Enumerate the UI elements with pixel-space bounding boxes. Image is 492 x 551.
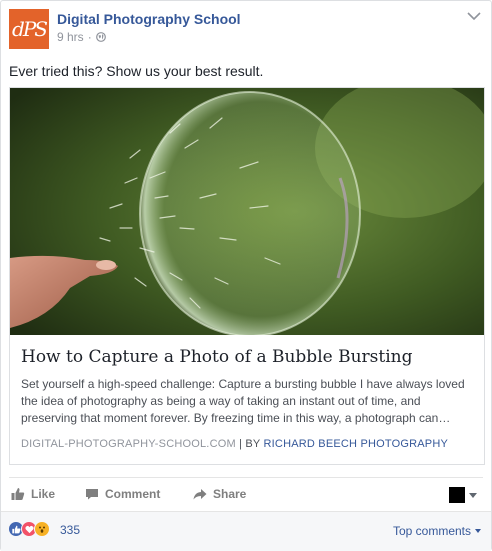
card-author-link[interactable]: RICHARD BEECH PHOTOGRAPHY: [264, 438, 449, 450]
card-description: Set yourself a high-speed challenge: Cap…: [21, 377, 465, 425]
comment-button[interactable]: Comment: [85, 487, 160, 501]
card-title[interactable]: How to Capture a Photo of a Bubble Burst…: [21, 346, 474, 368]
thumbs-up-icon: [11, 488, 25, 500]
card-domain: DIGITAL-PHOTOGRAPHY-SCHOOL.COM: [21, 438, 236, 450]
caret-down-icon: [469, 492, 477, 498]
globe-icon: [95, 32, 106, 42]
chevron-down-icon[interactable]: [467, 11, 481, 21]
profile-thumbnail: [449, 487, 465, 503]
card-by-label: | BY: [235, 438, 264, 450]
post-actions: Like Comment Share: [9, 477, 483, 511]
comment-sort-dropdown[interactable]: Top comments: [393, 524, 481, 538]
reaction-icons[interactable]: [8, 521, 50, 537]
feed-post: dPS Digital Photography School 9 hrs · E…: [0, 0, 492, 551]
audience-selector[interactable]: [449, 487, 477, 503]
card-text: How to Capture a Photo of a Bubble Burst…: [21, 346, 474, 427]
post-caption: Ever tried this? Show us your best resul…: [9, 63, 264, 79]
reactions-bar: 335 Top comments: [1, 511, 491, 551]
share-button[interactable]: Share: [193, 487, 246, 501]
card-source: DIGITAL-PHOTOGRAPHY-SCHOOL.COM | BY RICH…: [21, 438, 448, 450]
comment-icon: [86, 489, 98, 500]
like-button[interactable]: Like: [11, 487, 55, 501]
share-arrow-icon: [193, 489, 207, 500]
page-avatar[interactable]: dPS: [9, 9, 49, 49]
link-preview-card[interactable]: How to Capture a Photo of a Bubble Burst…: [9, 87, 485, 465]
reaction-count[interactable]: 335: [60, 523, 80, 537]
post-meta: 9 hrs ·: [57, 30, 106, 44]
comment-sort-label: Top comments: [392, 524, 471, 538]
meta-separator: ·: [87, 30, 92, 44]
post-timestamp[interactable]: 9 hrs: [57, 30, 84, 44]
like-label: Like: [31, 487, 56, 501]
page-logo-text: dPS: [12, 17, 48, 41]
caret-down-icon: [475, 529, 481, 533]
page-name-link[interactable]: Digital Photography School: [57, 11, 241, 27]
post-header: dPS Digital Photography School 9 hrs ·: [9, 9, 483, 49]
share-label: Share: [213, 487, 247, 501]
bubble-photo[interactable]: [10, 88, 484, 335]
wow-reaction-icon: [34, 521, 50, 537]
comment-label: Comment: [105, 487, 161, 501]
